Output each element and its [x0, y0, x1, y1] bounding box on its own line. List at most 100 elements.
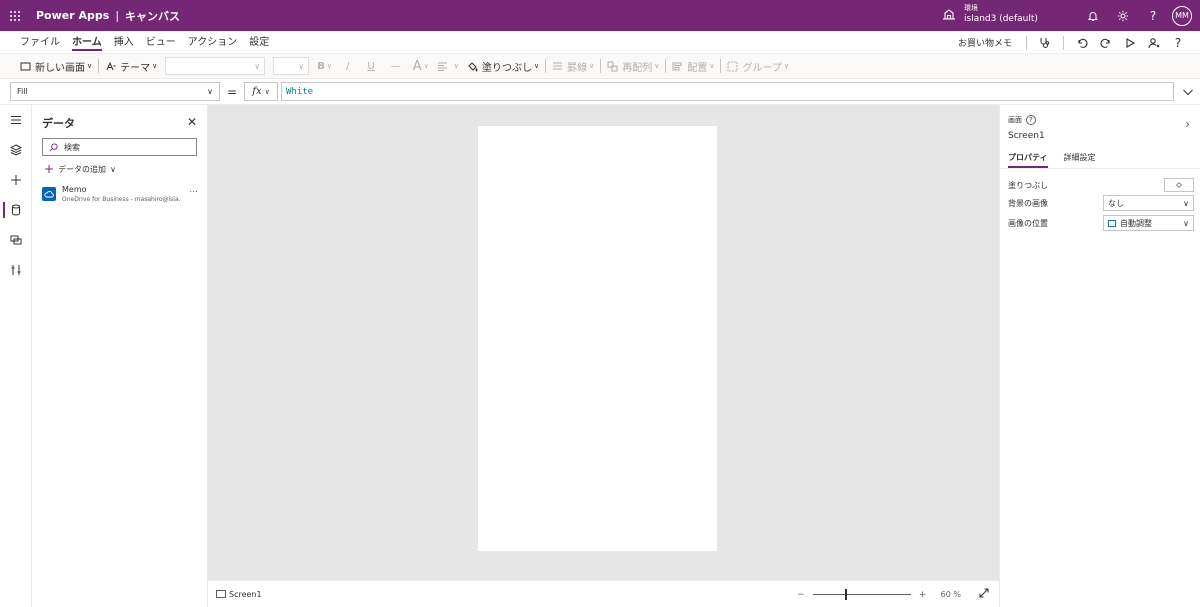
- redo-icon[interactable]: [1094, 31, 1118, 54]
- title-separator: |: [115, 9, 120, 22]
- divider: [1063, 35, 1064, 50]
- properties-panel: 画面 ? Screen1 › プロパティ 詳細設定 塗りつぶし 背景の画像 なし…: [999, 105, 1200, 607]
- text-align-button[interactable]: ∨: [433, 54, 463, 79]
- border-button[interactable]: 罫線 ∨: [548, 54, 598, 79]
- control-type: 画面 ?: [1008, 115, 1036, 125]
- advanced-tools-icon[interactable]: [0, 255, 32, 285]
- paint-bucket-icon: [1176, 182, 1182, 188]
- group-icon: [727, 61, 738, 71]
- help-question-icon[interactable]: ?: [1138, 0, 1168, 31]
- zoom-slider-thumb[interactable]: [844, 589, 847, 600]
- font-color-button[interactable]: A ∨: [409, 54, 433, 79]
- group-label: グループ: [742, 62, 782, 74]
- more-options-icon[interactable]: ...: [189, 185, 198, 195]
- share-user-icon[interactable]: [1142, 31, 1166, 54]
- hamburger-menu-icon[interactable]: [0, 105, 32, 135]
- tree-view-layers-icon[interactable]: [0, 135, 32, 165]
- fill-color-picker[interactable]: [1164, 178, 1194, 192]
- strikethrough-button[interactable]: —: [383, 54, 409, 79]
- notifications-bell-icon[interactable]: [1078, 0, 1108, 31]
- data-database-icon[interactable]: [0, 195, 32, 225]
- chevron-down-icon: ∨: [207, 87, 213, 96]
- zoom-out-button[interactable]: −: [793, 590, 809, 600]
- background-image-value: なし: [1108, 198, 1124, 208]
- fill-property-row: 塗りつぶし: [1008, 177, 1194, 193]
- app-name[interactable]: Power Apps: [36, 9, 109, 22]
- background-image-dropdown[interactable]: なし ∨: [1103, 195, 1194, 211]
- zoom-slider[interactable]: [812, 589, 911, 600]
- undo-icon[interactable]: [1070, 31, 1094, 54]
- theme-button[interactable]: テーマ ∨: [101, 54, 161, 79]
- screen-selector[interactable]: Screen1: [216, 590, 262, 599]
- font-color-label: A: [412, 58, 422, 74]
- data-source-item[interactable]: Memo OneDrive for Business - masahiro@is…: [42, 185, 202, 207]
- italic-button[interactable]: /: [336, 54, 359, 79]
- play-preview-icon[interactable]: [1118, 31, 1142, 54]
- environment-name: island3 (default): [964, 14, 1038, 24]
- screen-name: Screen1: [229, 589, 262, 599]
- reorder-icon: [607, 61, 618, 71]
- image-position-dropdown[interactable]: 自動調整 ∨: [1103, 215, 1194, 231]
- close-icon[interactable]: ✕: [187, 115, 197, 129]
- properties-tabs: プロパティ 詳細設定: [1008, 152, 1112, 168]
- bold-button[interactable]: B ∨: [313, 54, 336, 79]
- screen1-canvas[interactable]: [478, 126, 717, 551]
- new-screen-label: 新しい画面: [35, 62, 85, 74]
- design-canvas[interactable]: [208, 105, 999, 580]
- divider: [1000, 168, 1200, 169]
- zoom-in-button[interactable]: +: [915, 590, 931, 600]
- align-button[interactable]: 配置 ∨: [668, 54, 718, 79]
- data-search-input[interactable]: 検索: [42, 138, 197, 156]
- theme-label: テーマ: [120, 62, 151, 74]
- app-mode: キャンバス: [125, 9, 181, 23]
- settings-gear-icon[interactable]: [1108, 0, 1138, 31]
- property-dropdown[interactable]: Fill ∨: [10, 82, 220, 101]
- insert-plus-icon[interactable]: [0, 165, 32, 195]
- add-data-button[interactable]: + データの追加 ∨: [44, 162, 116, 176]
- environment-picker[interactable]: 環境 island3 (default): [942, 3, 1038, 25]
- paint-bucket-icon: [468, 61, 478, 72]
- app-checker-stethoscope-icon[interactable]: [1033, 31, 1057, 54]
- tab-home[interactable]: ホーム: [66, 31, 108, 54]
- home-toolbar: 新しい画面 ∨ テーマ ∨ ∨ ∨ B ∨ / U — A ∨ ∨ 塗りつぶし ∨ 罫線 ∨…: [0, 54, 1200, 79]
- data-panel-title: データ: [42, 117, 75, 130]
- tab-advanced[interactable]: 詳細設定: [1064, 152, 1096, 168]
- formula-input[interactable]: White: [281, 82, 1174, 101]
- chevron-down-icon: ∨: [110, 164, 116, 174]
- app-launcher-icon[interactable]: [0, 0, 30, 31]
- strikethrough-label: —: [390, 60, 401, 72]
- search-placeholder: 検索: [64, 142, 80, 152]
- reorder-button[interactable]: 再配列 ∨: [603, 54, 663, 79]
- fill-button[interactable]: 塗りつぶし ∨: [463, 54, 543, 79]
- tab-properties[interactable]: プロパティ: [1008, 152, 1048, 168]
- help-icon[interactable]: ?: [1166, 31, 1190, 54]
- divider: [720, 59, 722, 73]
- image-position-value: 自動調整: [1120, 218, 1152, 228]
- divider: [1026, 35, 1027, 50]
- tab-action[interactable]: アクション: [182, 31, 244, 54]
- divider: [545, 59, 547, 73]
- font-size-select[interactable]: ∨: [273, 57, 310, 75]
- tab-file[interactable]: ファイル: [14, 31, 66, 54]
- chevron-right-icon[interactable]: ›: [1185, 117, 1190, 131]
- expand-formula-chevron-icon[interactable]: [1178, 86, 1198, 98]
- fit-to-window-icon[interactable]: [979, 588, 989, 601]
- chevron-down-icon: ∨: [1183, 198, 1189, 208]
- function-button[interactable]: fx ∨: [244, 82, 278, 101]
- onedrive-cloud-icon: [42, 187, 56, 201]
- tab-insert[interactable]: 挿入: [108, 31, 140, 54]
- media-icon[interactable]: [0, 225, 32, 255]
- new-screen-button[interactable]: 新しい画面 ∨: [16, 54, 96, 79]
- app-name-button[interactable]: お買い物メモ: [950, 36, 1020, 49]
- font-family-select[interactable]: ∨: [165, 57, 266, 75]
- help-circle-icon[interactable]: ?: [1026, 115, 1036, 125]
- group-button[interactable]: グループ ∨: [723, 54, 793, 79]
- underline-button[interactable]: U: [359, 54, 382, 79]
- tab-settings[interactable]: 設定: [243, 31, 275, 54]
- user-avatar[interactable]: MM: [1172, 5, 1192, 26]
- tab-view[interactable]: ビュー: [140, 31, 182, 54]
- reorder-label: 再配列: [622, 62, 653, 74]
- underline-label: U: [367, 60, 375, 72]
- control-type-label: 画面: [1008, 116, 1022, 124]
- background-image-label: 背景の画像: [1008, 198, 1048, 208]
